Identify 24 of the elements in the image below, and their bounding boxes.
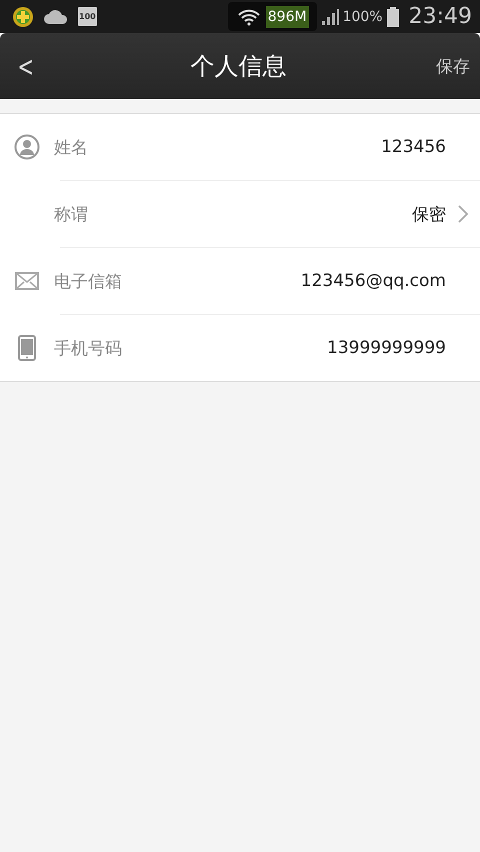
save-button[interactable]: 保存	[426, 54, 480, 78]
field-label: 称谓	[54, 204, 89, 226]
field-value[interactable]: 123456	[381, 137, 446, 157]
field-label: 电子信箱	[54, 270, 123, 292]
clock: 23:49	[408, 4, 472, 29]
person-icon	[14, 134, 40, 160]
phone-icon	[18, 335, 36, 361]
data-usage-text: 896M	[266, 6, 309, 28]
cloud-icon	[44, 10, 68, 24]
app-icon	[12, 6, 34, 28]
page-title: 个人信息	[190, 51, 287, 82]
back-button[interactable]: <	[8, 50, 44, 82]
field-label: 手机号码	[54, 338, 123, 360]
field-value[interactable]: 123456@qq.com	[300, 271, 446, 291]
field-value[interactable]: 13999999999	[327, 338, 446, 358]
battery-percent: 100%	[342, 8, 383, 24]
battery-app-icon: 100	[78, 7, 97, 26]
signal-icon	[320, 8, 339, 26]
chevron-right-icon[interactable]	[457, 204, 469, 224]
wifi-icon	[236, 8, 262, 26]
battery-icon	[386, 6, 399, 26]
envelope-icon	[15, 272, 39, 290]
field-value[interactable]: 保密	[412, 202, 446, 226]
field-label: 姓名	[54, 136, 89, 158]
